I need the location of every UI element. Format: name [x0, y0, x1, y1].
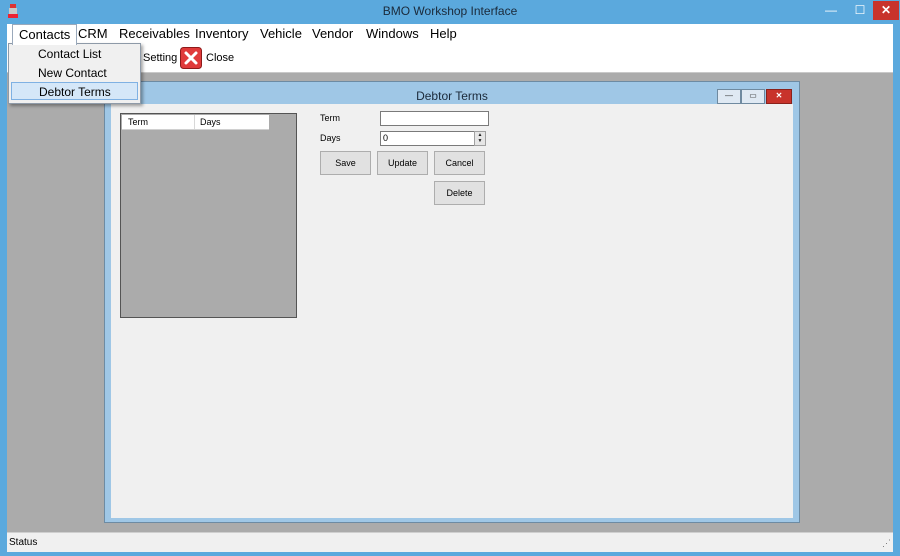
days-input[interactable]: 0: [380, 131, 478, 146]
menu-vehicle[interactable]: Vehicle: [254, 24, 308, 44]
cancel-button[interactable]: Cancel: [434, 151, 485, 175]
status-bar: Status ⋰: [7, 532, 893, 552]
maximize-button[interactable]: ☐: [846, 1, 874, 20]
close-label[interactable]: Close: [206, 52, 234, 64]
save-button[interactable]: Save: [320, 151, 371, 175]
column-header-term[interactable]: Term: [128, 117, 148, 127]
menu-receivables[interactable]: Receivables: [113, 24, 196, 44]
days-spinner[interactable]: ▲ ▼: [474, 131, 486, 146]
close-icon[interactable]: [180, 47, 202, 69]
menu-vendor[interactable]: Vendor: [306, 24, 359, 44]
contacts-dropdown-menu: Contact List New Contact Debtor Terms: [8, 43, 141, 104]
menu-item-new-contact[interactable]: New Contact: [11, 64, 138, 82]
menu-item-contact-list[interactable]: Contact List: [11, 45, 138, 63]
title-bar[interactable]: BMO Workshop Interface — ☐ ✕: [0, 0, 900, 24]
menu-inventory[interactable]: Inventory: [189, 24, 254, 44]
resize-grip-icon[interactable]: ⋰: [882, 538, 891, 549]
spinner-down-icon[interactable]: ▼: [475, 138, 485, 144]
term-input[interactable]: [380, 111, 489, 126]
term-label: Term: [320, 113, 340, 123]
menu-bar: Contacts CRM Receivables Inventory Vehic…: [7, 24, 893, 45]
window-title: BMO Workshop Interface: [382, 4, 518, 18]
menu-help[interactable]: Help: [424, 24, 463, 44]
child-minimize-button[interactable]: —: [717, 89, 741, 104]
column-header-days[interactable]: Days: [200, 117, 221, 127]
menu-crm[interactable]: CRM: [72, 24, 114, 44]
app-window: BMO Workshop Interface — ☐ ✕ Contacts CR…: [0, 0, 900, 556]
debtor-terms-window: Debtor Terms — ▭ ✕ Term Days Term Days 0…: [104, 81, 800, 523]
minimize-button[interactable]: —: [817, 1, 845, 20]
status-text: Status: [9, 537, 38, 548]
terms-grid[interactable]: Term Days: [120, 113, 297, 318]
child-close-button[interactable]: ✕: [766, 89, 792, 104]
menu-item-debtor-terms[interactable]: Debtor Terms: [11, 82, 138, 100]
child-maximize-button[interactable]: ▭: [741, 89, 765, 104]
grid-header: Term Days: [122, 115, 269, 130]
delete-button[interactable]: Delete: [434, 181, 485, 205]
close-window-button[interactable]: ✕: [873, 1, 899, 20]
menu-windows[interactable]: Windows: [360, 24, 425, 44]
child-client-area: Term Days Term Days 0 ▲ ▼ Save Update Ca…: [111, 104, 793, 518]
child-window-title: Debtor Terms: [416, 89, 488, 103]
menu-contacts[interactable]: Contacts: [12, 24, 78, 45]
update-button[interactable]: Update: [377, 151, 428, 175]
column-divider[interactable]: [194, 115, 195, 129]
days-label: Days: [320, 133, 341, 143]
setting-button[interactable]: Setting: [143, 52, 177, 64]
